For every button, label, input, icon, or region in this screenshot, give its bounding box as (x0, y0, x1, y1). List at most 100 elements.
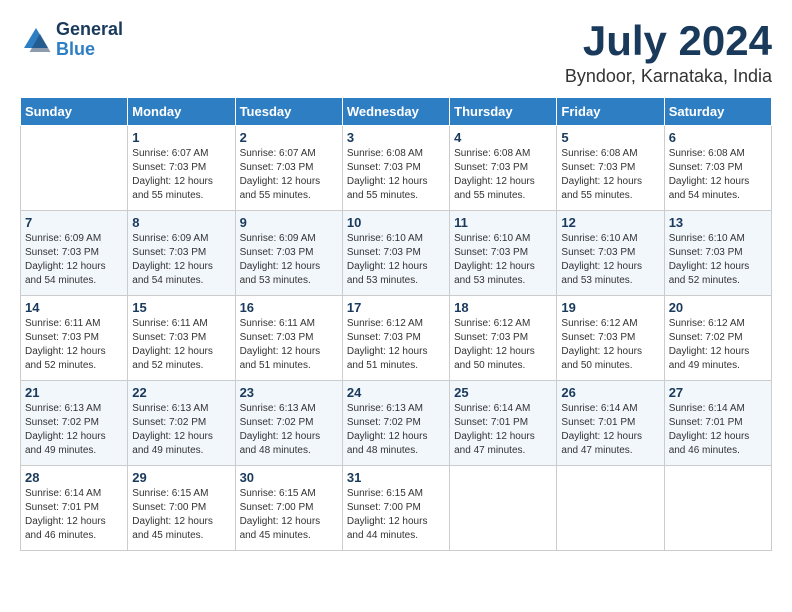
day-info: Sunrise: 6:07 AM Sunset: 7:03 PM Dayligh… (240, 147, 338, 203)
day-info: Sunrise: 6:08 AM Sunset: 7:03 PM Dayligh… (347, 147, 445, 203)
weekday-header-saturday: Saturday (664, 98, 771, 126)
day-info: Sunrise: 6:15 AM Sunset: 7:00 PM Dayligh… (132, 487, 230, 543)
calendar-cell (557, 466, 664, 551)
day-number: 20 (669, 300, 767, 315)
logo-icon (20, 24, 52, 56)
calendar-table: SundayMondayTuesdayWednesdayThursdayFrid… (20, 97, 772, 551)
day-number: 24 (347, 385, 445, 400)
day-info: Sunrise: 6:09 AM Sunset: 7:03 PM Dayligh… (132, 232, 230, 288)
day-info: Sunrise: 6:11 AM Sunset: 7:03 PM Dayligh… (25, 317, 123, 373)
day-info: Sunrise: 6:10 AM Sunset: 7:03 PM Dayligh… (347, 232, 445, 288)
calendar-cell: 27 Sunrise: 6:14 AM Sunset: 7:01 PM Dayli… (664, 381, 771, 466)
day-number: 30 (240, 470, 338, 485)
day-info: Sunrise: 6:13 AM Sunset: 7:02 PM Dayligh… (25, 402, 123, 458)
day-info: Sunrise: 6:14 AM Sunset: 7:01 PM Dayligh… (25, 487, 123, 543)
weekday-header-wednesday: Wednesday (342, 98, 449, 126)
day-info: Sunrise: 6:14 AM Sunset: 7:01 PM Dayligh… (669, 402, 767, 458)
day-info: Sunrise: 6:14 AM Sunset: 7:01 PM Dayligh… (454, 402, 552, 458)
day-info: Sunrise: 6:08 AM Sunset: 7:03 PM Dayligh… (561, 147, 659, 203)
calendar-cell: 31Sunrise: 6:15 AM Sunset: 7:00 PM Dayli… (342, 466, 449, 551)
location-title: Byndoor, Karnataka, India (565, 66, 772, 87)
calendar-cell (450, 466, 557, 551)
calendar-cell: 7Sunrise: 6:09 AM Sunset: 7:03 PM Daylig… (21, 211, 128, 296)
day-info: Sunrise: 6:10 AM Sunset: 7:03 PM Dayligh… (669, 232, 767, 288)
day-number: 23 (240, 385, 338, 400)
day-number: 22 (132, 385, 230, 400)
weekday-header-row: SundayMondayTuesdayWednesdayThursdayFrid… (21, 98, 772, 126)
day-info: Sunrise: 6:08 AM Sunset: 7:03 PM Dayligh… (669, 147, 767, 203)
weekday-header-monday: Monday (128, 98, 235, 126)
calendar-cell: 14 Sunrise: 6:11 AM Sunset: 7:03 PM Dayli… (21, 296, 128, 381)
title-area: July 2024 Byndoor, Karnataka, India (565, 20, 772, 87)
day-number: 2 (240, 130, 338, 145)
day-info: Sunrise: 6:07 AM Sunset: 7:03 PM Dayligh… (132, 147, 230, 203)
day-info: Sunrise: 6:12 AM Sunset: 7:03 PM Dayligh… (454, 317, 552, 373)
day-number: 9 (240, 215, 338, 230)
day-number: 26 (561, 385, 659, 400)
day-info: Sunrise: 6:12 AM Sunset: 7:03 PM Dayligh… (347, 317, 445, 373)
day-number: 3 (347, 130, 445, 145)
calendar-cell: 2 Sunrise: 6:07 AM Sunset: 7:03 PM Daylig… (235, 126, 342, 211)
day-info: Sunrise: 6:09 AM Sunset: 7:03 PM Dayligh… (25, 232, 123, 288)
logo-line2: Blue (56, 40, 123, 60)
calendar-cell: 28 Sunrise: 6:14 AM Sunset: 7:01 PM Dayli… (21, 466, 128, 551)
logo: General Blue (20, 20, 123, 60)
calendar-cell: 19 Sunrise: 6:12 AM Sunset: 7:03 PM Dayli… (557, 296, 664, 381)
day-number: 11 (454, 215, 552, 230)
day-number: 8 (132, 215, 230, 230)
calendar-cell: 8 Sunrise: 6:09 AM Sunset: 7:03 PM Daylig… (128, 211, 235, 296)
calendar-cell: 25 Sunrise: 6:14 AM Sunset: 7:01 PM Dayli… (450, 381, 557, 466)
calendar-body: 1Sunrise: 6:07 AM Sunset: 7:03 PM Daylig… (21, 126, 772, 551)
calendar-header: SundayMondayTuesdayWednesdayThursdayFrid… (21, 98, 772, 126)
day-number: 21 (25, 385, 123, 400)
calendar-cell: 24Sunrise: 6:13 AM Sunset: 7:02 PM Dayli… (342, 381, 449, 466)
day-number: 16 (240, 300, 338, 315)
month-year-title: July 2024 (565, 20, 772, 62)
weekday-header-friday: Friday (557, 98, 664, 126)
day-info: Sunrise: 6:08 AM Sunset: 7:03 PM Dayligh… (454, 147, 552, 203)
calendar-cell: 22Sunrise: 6:13 AM Sunset: 7:02 PM Dayli… (128, 381, 235, 466)
calendar-cell: 18 Sunrise: 6:12 AM Sunset: 7:03 PM Dayli… (450, 296, 557, 381)
calendar-cell: 11 Sunrise: 6:10 AM Sunset: 7:03 PM Dayli… (450, 211, 557, 296)
calendar-cell: 16 Sunrise: 6:11 AM Sunset: 7:03 PM Dayli… (235, 296, 342, 381)
weekday-header-thursday: Thursday (450, 98, 557, 126)
calendar-cell: 6 Sunrise: 6:08 AM Sunset: 7:03 PM Daylig… (664, 126, 771, 211)
day-info: Sunrise: 6:15 AM Sunset: 7:00 PM Dayligh… (240, 487, 338, 543)
calendar-cell: 17Sunrise: 6:12 AM Sunset: 7:03 PM Dayli… (342, 296, 449, 381)
calendar-cell (21, 126, 128, 211)
day-info: Sunrise: 6:11 AM Sunset: 7:03 PM Dayligh… (240, 317, 338, 373)
day-number: 4 (454, 130, 552, 145)
day-number: 19 (561, 300, 659, 315)
day-number: 6 (669, 130, 767, 145)
day-number: 25 (454, 385, 552, 400)
day-number: 5 (561, 130, 659, 145)
day-info: Sunrise: 6:12 AM Sunset: 7:03 PM Dayligh… (561, 317, 659, 373)
calendar-cell: 15Sunrise: 6:11 AM Sunset: 7:03 PM Dayli… (128, 296, 235, 381)
calendar-cell: 30 Sunrise: 6:15 AM Sunset: 7:00 PM Dayli… (235, 466, 342, 551)
day-number: 14 (25, 300, 123, 315)
calendar-cell: 26Sunrise: 6:14 AM Sunset: 7:01 PM Dayli… (557, 381, 664, 466)
day-info: Sunrise: 6:10 AM Sunset: 7:03 PM Dayligh… (454, 232, 552, 288)
calendar-cell: 9Sunrise: 6:09 AM Sunset: 7:03 PM Daylig… (235, 211, 342, 296)
day-number: 29 (132, 470, 230, 485)
calendar-week-3: 14 Sunrise: 6:11 AM Sunset: 7:03 PM Dayli… (21, 296, 772, 381)
day-number: 13 (669, 215, 767, 230)
calendar-cell: 21 Sunrise: 6:13 AM Sunset: 7:02 PM Dayli… (21, 381, 128, 466)
calendar-cell: 29 Sunrise: 6:15 AM Sunset: 7:00 PM Dayli… (128, 466, 235, 551)
day-number: 27 (669, 385, 767, 400)
calendar-week-1: 1Sunrise: 6:07 AM Sunset: 7:03 PM Daylig… (21, 126, 772, 211)
calendar-cell: 4 Sunrise: 6:08 AM Sunset: 7:03 PM Daylig… (450, 126, 557, 211)
calendar-cell: 5 Sunrise: 6:08 AM Sunset: 7:03 PM Daylig… (557, 126, 664, 211)
calendar-cell: 13 Sunrise: 6:10 AM Sunset: 7:03 PM Dayli… (664, 211, 771, 296)
page-header: General Blue July 2024 Byndoor, Karnatak… (20, 20, 772, 87)
day-number: 28 (25, 470, 123, 485)
day-number: 31 (347, 470, 445, 485)
day-number: 10 (347, 215, 445, 230)
calendar-cell: 12Sunrise: 6:10 AM Sunset: 7:03 PM Dayli… (557, 211, 664, 296)
logo-line1: General (56, 20, 123, 40)
day-number: 18 (454, 300, 552, 315)
calendar-cell: 3 Sunrise: 6:08 AM Sunset: 7:03 PM Daylig… (342, 126, 449, 211)
calendar-week-2: 7Sunrise: 6:09 AM Sunset: 7:03 PM Daylig… (21, 211, 772, 296)
day-number: 15 (132, 300, 230, 315)
calendar-cell: 1Sunrise: 6:07 AM Sunset: 7:03 PM Daylig… (128, 126, 235, 211)
